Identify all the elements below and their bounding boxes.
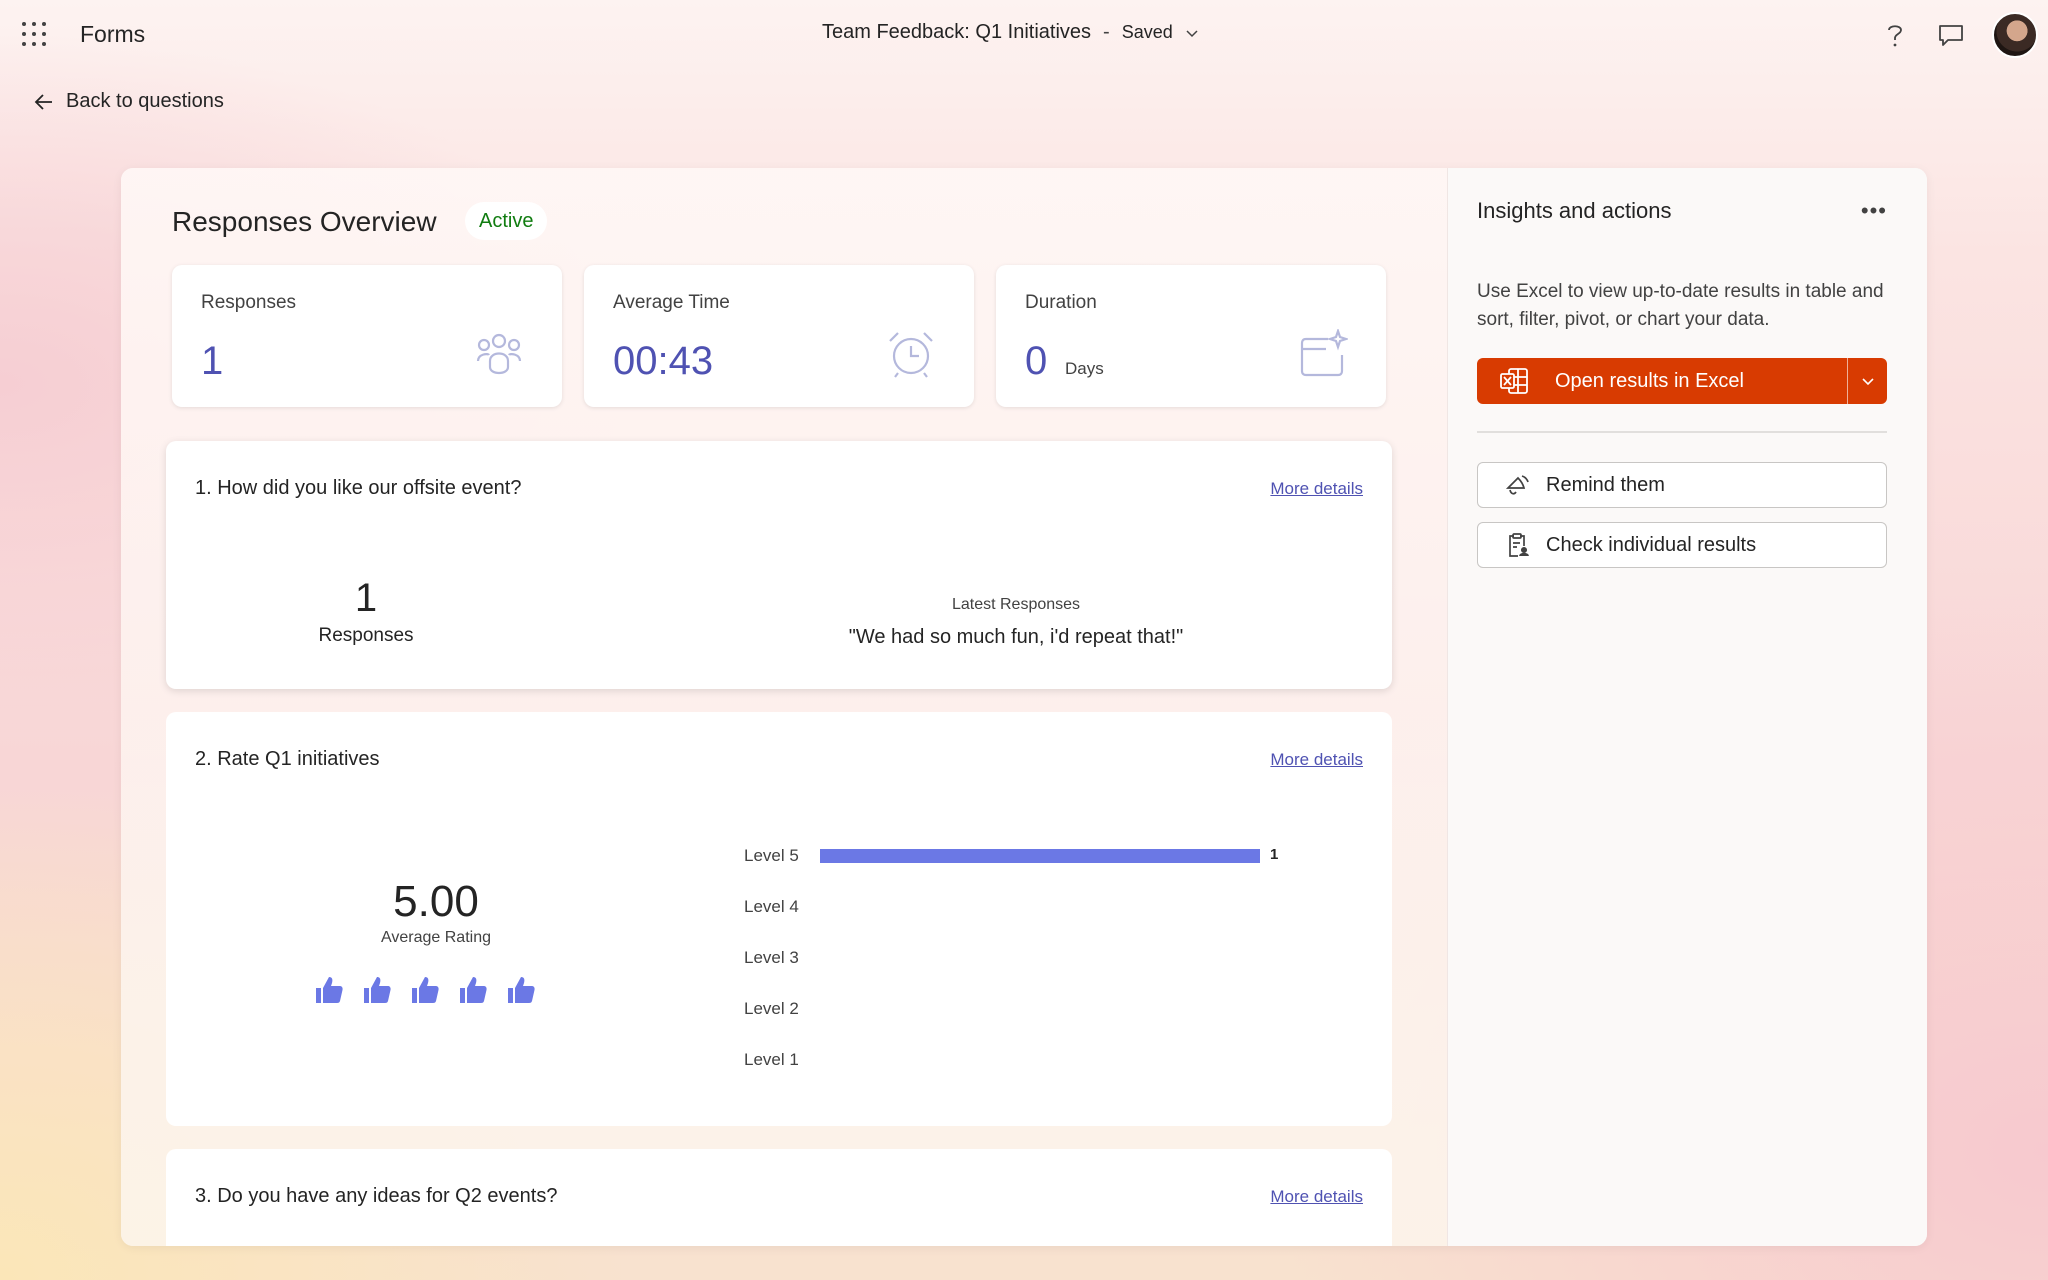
insights-title: Insights and actions [1477,198,1672,223]
top-bar: Forms Team Feedback: Q1 Initiatives - Sa… [0,0,2048,68]
rating-bar-chart: Level 5 1 Level 4 Level 3 Level 2 Level 1 [744,830,1304,1085]
clipboard-person-icon [1509,533,1529,557]
average-rating-label: Average Rating [381,929,491,946]
document-title[interactable]: Team Feedback: Q1 Initiatives [822,21,1091,44]
insights-description: Use Excel to view up-to-date results in … [1477,281,1884,330]
average-rating: 5.00 Average Rating [336,877,536,947]
response-count-value: 1 [354,576,378,620]
avatar[interactable] [1992,12,2038,58]
status-badge: Active [465,202,548,240]
stat-value: 1 [201,339,224,383]
back-label: Back to questions [66,90,224,112]
question-title: 1. How did you like our offsite event? [195,477,522,499]
megaphone-icon [1505,475,1529,495]
question-card-3: 3. Do you have any ideas for Q2 events? … [166,1149,1392,1246]
bar-label: Level 4 [744,896,799,916]
thumbs-up-icon [364,977,391,1003]
comment-icon[interactable] [1936,20,1966,50]
chevron-down-icon[interactable] [1847,358,1887,404]
open-in-excel-button[interactable]: Open results in Excel [1477,358,1847,404]
bar-label: Level 5 [744,845,799,865]
page-title: Responses Overview [172,206,437,237]
app-name[interactable]: Forms [80,21,145,48]
stat-label: Duration [1025,292,1097,313]
bar-row: Level 5 1 [744,830,1304,881]
thumbs-up-icon [508,977,535,1003]
latest-response-text: "We had so much fun, i'd repeat that!" [848,626,1184,648]
stat-label: Responses [201,292,297,313]
excel-icon [1500,368,1528,394]
open-in-excel-button-group: Open results in Excel [1477,358,1887,404]
bar-track [820,951,1260,965]
bar-track: 1 [820,846,1278,863]
bar-label: Level 1 [744,1049,799,1069]
app-launcher-icon[interactable] [22,22,46,46]
bar-label: Level 2 [744,998,799,1018]
arrow-left-icon [34,93,52,110]
question-title: 3. Do you have any ideas for Q2 events? [195,1185,558,1207]
help-icon[interactable] [1880,20,1910,50]
divider [1477,431,1887,433]
people-icon [476,333,522,375]
bar-label: Level 3 [744,947,799,967]
response-count-label: Responses [318,625,414,646]
bar-row: Level 2 [744,983,1304,1034]
stat-card-average-time: Average Time 00:43 [584,265,974,407]
title-separator: - [1103,21,1110,43]
more-details-link[interactable]: More details [1270,479,1363,499]
check-individual-results-button[interactable]: Check individual results [1477,522,1887,568]
latest-responses-caption: Latest Responses [951,596,1081,613]
open-in-excel-label: Open results in Excel [1555,369,1744,392]
check-individual-results-label: Check individual results [1546,533,1757,556]
latest-responses: Latest Responses "We had so much fun, i'… [766,596,1266,649]
back-to-questions-link[interactable]: Back to questions [34,90,224,113]
more-details-link[interactable]: More details [1270,1187,1363,1207]
response-count: 1 Responses [296,576,436,647]
average-rating-value: 5.00 [393,877,479,926]
bar-row: Level 4 [744,881,1304,932]
bar-row: Level 1 [744,1034,1304,1085]
responses-pane: Responses Overview Active Responses 1 Av… [121,168,1447,1246]
stat-value: 0 [1025,339,1048,383]
question-card-2: 2. Rate Q1 initiatives More details 5.00… [166,712,1392,1126]
alarm-clock-icon [889,332,933,378]
chevron-down-icon[interactable] [1185,26,1199,40]
bar [820,848,1260,863]
remind-them-label: Remind them [1546,473,1665,496]
bar-track [820,1002,1260,1016]
stat-unit: Days [1065,359,1104,378]
responses-card: Responses Overview Active Responses 1 Av… [121,168,1927,1246]
question-title: 2. Rate Q1 initiatives [195,748,380,770]
stat-label: Average Time [613,292,730,313]
calendar-sparkle-icon [1300,329,1348,377]
more-details-link[interactable]: More details [1270,750,1363,770]
more-horizontal-icon[interactable]: ••• [1861,198,1887,224]
stat-card-duration: Duration 0 Days [996,265,1386,407]
insights-pane: Insights and actions ••• Use Excel to vi… [1447,168,1927,1246]
thumbs-up-icon [316,977,343,1003]
document-title-bar[interactable]: Team Feedback: Q1 Initiatives - Saved [822,21,1199,44]
stat-value: 00:43 [613,339,714,383]
bar-row: Level 3 [744,932,1304,983]
save-status: Saved [1121,22,1173,42]
bar-track [820,900,1260,914]
thumbs-up-icon [412,977,439,1003]
question-card-1: 1. How did you like our offsite event? M… [166,441,1392,689]
bar-track [820,1053,1260,1067]
remind-them-button[interactable]: Remind them [1477,462,1887,508]
bar-value-label: 1 [1270,845,1279,863]
rating-thumbs [313,974,537,1006]
stat-card-responses: Responses 1 [172,265,562,407]
thumbs-up-icon [460,977,487,1003]
